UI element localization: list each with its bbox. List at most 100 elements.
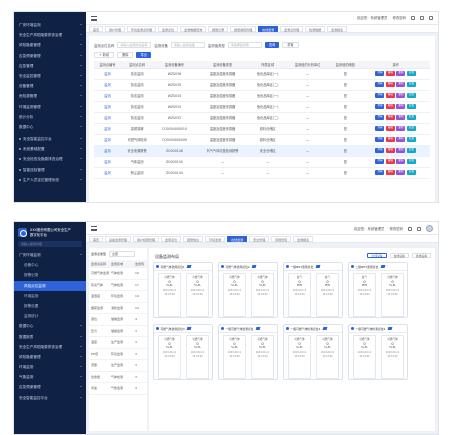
- sidebar-item[interactable]: 报警设置: [14, 301, 86, 311]
- table-row[interactable]: 监测 执法监测 WZS034 温度及湿度传感器 危化品库区(一) — 是查看 编辑 删除 配置: [94, 90, 430, 102]
- menu-search-input[interactable]: 请输入搜索内容: [18, 241, 82, 247]
- type-filter-select[interactable]: 全部: [109, 251, 136, 257]
- action-button[interactable]: 配置: [406, 148, 416, 153]
- action-button[interactable]: 配置: [406, 82, 416, 87]
- action-button[interactable]: 删除: [396, 104, 406, 109]
- sidebar-item[interactable]: 数据中心: [14, 321, 86, 331]
- search-button[interactable]: 查询: [264, 42, 280, 48]
- device-input[interactable]: 请输入监测设备: [170, 42, 205, 48]
- reset-button[interactable]: 重置: [282, 42, 299, 48]
- action-button[interactable]: 查看: [375, 104, 385, 109]
- sidebar-item[interactable]: 环境监测: [14, 291, 86, 301]
- action-button[interactable]: 编辑: [385, 115, 395, 120]
- tab-item[interactable]: 在线监测: [258, 26, 279, 32]
- sidebar-item[interactable]: 设备中心: [14, 260, 86, 270]
- sidebar-item[interactable]: 风险隐患管理: [14, 40, 86, 50]
- action-button[interactable]: 删除: [396, 159, 406, 164]
- sidebar-item[interactable]: 环境监测管理: [14, 102, 86, 112]
- action-button[interactable]: 删除: [396, 115, 406, 120]
- tab-item[interactable]: 检测数据: [305, 26, 326, 32]
- tab-item[interactable]: 环境监测: [205, 236, 226, 242]
- tab-item[interactable]: 报警记录: [208, 26, 229, 32]
- action-button[interactable]: 编辑: [385, 137, 395, 142]
- list-item[interactable]: 压力 储罐监测 3: [89, 326, 147, 337]
- sidebar-item[interactable]: 风险点位监测: [14, 280, 86, 291]
- list-item[interactable]: 可燃气体监测 气体检测 10: [89, 268, 147, 280]
- sidebar-item[interactable]: 设备管理: [14, 81, 86, 91]
- tab-item[interactable]: 报警阈值管理: [230, 26, 257, 32]
- sidebar-item[interactable]: 环境监测: [14, 362, 86, 372]
- export-button[interactable]: 导出: [136, 52, 151, 58]
- action-button[interactable]: 删除: [396, 93, 406, 98]
- tab-item[interactable]: 风险管控: [271, 236, 292, 242]
- online-devices-button[interactable]: 在线设备: [389, 253, 409, 258]
- menu-toggle-icon[interactable]: [91, 226, 97, 231]
- sidebar-item[interactable]: 报警记录: [14, 270, 86, 280]
- action-button[interactable]: 编辑: [385, 93, 395, 98]
- table-row[interactable]: 监测 粉尘监测 ZG000144— — — 是查看 编辑 删除 配置: [94, 167, 430, 179]
- tab-item[interactable]: 用户权限管理: [133, 236, 160, 242]
- user-greeting[interactable]: 欢迎您：系统管理员: [354, 226, 385, 231]
- action-button[interactable]: 查看: [375, 159, 385, 164]
- action-button[interactable]: 删除: [396, 71, 406, 76]
- action-button[interactable]: 配置: [406, 159, 416, 164]
- sidebar-item[interactable]: 危险源管理: [14, 91, 86, 101]
- action-button[interactable]: 查看: [375, 137, 385, 142]
- row-link[interactable]: 监测: [94, 112, 121, 124]
- device-card[interactable]: 可燃气体监测点位3 可燃气体 0 %LEL 2023-09-11 10:43:09 可燃气…: [153, 324, 213, 380]
- action-button[interactable]: 配置: [406, 93, 416, 98]
- list-item[interactable]: 氧含量 气体检测 3: [89, 372, 147, 383]
- table-row[interactable]: 监测 执法监测 WZS032 温度及湿度传感器 危化品库区(二) — 是查看 编辑 删除 配置: [94, 112, 430, 124]
- list-item[interactable]: 烟雾监测 消防监测 14: [89, 303, 147, 314]
- device-card[interactable]: 二级NH3监测点位 氨气 0 PPM 2023-09-11 10:43:09 可燃气体 0%…: [348, 262, 408, 318]
- table-row[interactable]: 监测 执法监测 WZS036 温度及湿度传感器 危化品库区(一) — 是查看 编辑 删除 配置: [94, 68, 430, 80]
- row-link[interactable]: 监测: [94, 90, 121, 102]
- action-button[interactable]: 删除: [396, 137, 406, 142]
- sidebar-item[interactable]: 广安环境监测: [14, 250, 86, 260]
- sidebar-item[interactable]: 气象监测: [14, 372, 86, 382]
- tab-item[interactable]: 在线监测: [227, 236, 248, 242]
- device-card[interactable]: 一级NH3监测点位 氨气 0 PPM 2023-09-11 10:43:09 氨气 0 PPM…: [283, 262, 343, 318]
- tab-item[interactable]: 首页: [89, 236, 104, 242]
- tab-item[interactable]: 安全管理: [249, 236, 270, 242]
- action-button[interactable]: 配置: [406, 126, 416, 131]
- device-card[interactable]: 一级可燃气体检测点位4 可燃气体 0 %LEL 2023-09-11 10:43:09 可…: [283, 324, 343, 380]
- avatar[interactable]: [426, 225, 433, 232]
- action-button[interactable]: 删除: [396, 126, 406, 131]
- row-link[interactable]: 监测: [94, 134, 121, 146]
- table-row[interactable]: 监测 安全泄漏报警 ZG000146 氧气气体浓度检测报警 安全仓储区 — 是查看 编辑 删除配…: [94, 145, 430, 157]
- action-button[interactable]: 编辑: [385, 148, 395, 153]
- action-button[interactable]: 查看: [375, 71, 385, 76]
- table-row[interactable]: 监测 执法监测 WZS033 温度及湿度传感器 危化品库区(一) — 是查看 编辑 删除 配置: [94, 101, 430, 113]
- sidebar-item[interactable]: 安全监控管理: [14, 71, 86, 81]
- action-button[interactable]: 查看: [375, 115, 385, 120]
- sidebar-item[interactable]: 安全智能监控平台: [14, 134, 86, 144]
- fullscreen-icon[interactable]: [417, 226, 421, 231]
- action-button[interactable]: 编辑: [385, 104, 395, 109]
- change-password-link[interactable]: 修改密码: [389, 226, 403, 231]
- sidebar-item[interactable]: 风险隐患管理: [14, 352, 86, 362]
- action-button[interactable]: 查看: [375, 93, 385, 98]
- delete-button[interactable]: 删除: [117, 52, 134, 58]
- add-button[interactable]: + 新增: [94, 52, 115, 58]
- device-card[interactable]: 一级可燃气体监测点位 可燃气体 0 %LEL 2023-09-11 10:43:09 可燃…: [218, 324, 278, 380]
- offline-devices-button[interactable]: 离线设备: [411, 253, 431, 258]
- list-item[interactable]: PH值 环境监测 3: [89, 349, 147, 360]
- action-button[interactable]: 查看: [375, 170, 385, 175]
- sidebar-item[interactable]: 生产人员定位管理系统: [14, 175, 86, 185]
- sidebar-item[interactable]: 安全智能监控平台: [14, 393, 86, 403]
- action-button[interactable]: 配置: [406, 170, 416, 175]
- table-row[interactable]: 监测 易燃易爆 CO0004000010 温度及湿度传感器 原料仓储区 — 是查看 编辑 删除配…: [94, 123, 430, 135]
- tab-item[interactable]: 监测报表: [327, 26, 348, 32]
- action-button[interactable]: 编辑: [385, 159, 395, 164]
- sidebar-item[interactable]: 应急预案管理: [14, 382, 86, 392]
- sidebar-item[interactable]: 广安环境监测: [14, 20, 86, 30]
- sidebar-item[interactable]: 智能巡检管理: [14, 165, 86, 175]
- tab-item[interactable]: 监测点位: [161, 236, 182, 242]
- table-row[interactable]: 监测 执法监测 WZS035 温度及湿度传感器 危化品库区(二) — 是查看 编辑 删除 配置: [94, 79, 430, 91]
- list-item[interactable]: 流量 生产监测 3: [89, 360, 147, 372]
- action-button[interactable]: 查看: [375, 126, 385, 131]
- row-link[interactable]: 监测: [94, 167, 121, 179]
- device-card[interactable]: 一级可燃气体检测点位5 可燃气体 0 %LEL 2023-09-11 10:43:09 可…: [348, 324, 408, 380]
- action-button[interactable]: 删除: [396, 82, 406, 87]
